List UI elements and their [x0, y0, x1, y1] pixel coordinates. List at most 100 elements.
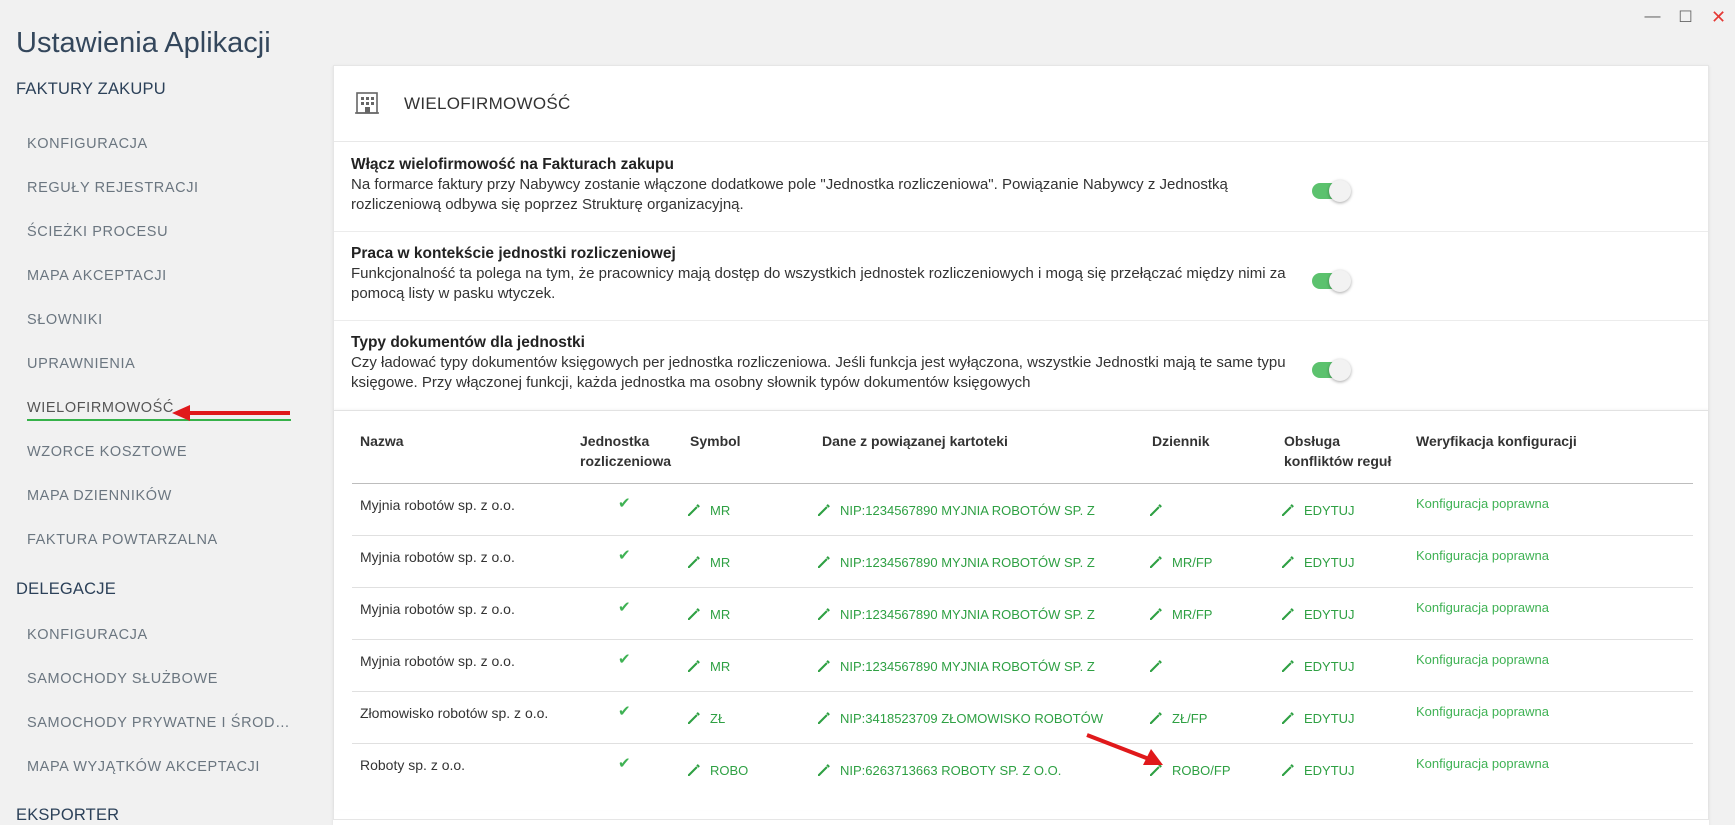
- sidebar-item-mapa-wyjatkow-akceptacji[interactable]: MAPA WYJĄTKÓW AKCEPTACJI: [27, 759, 260, 775]
- pencil-icon: [1282, 660, 1294, 672]
- journal-edit[interactable]: MR/FP: [1148, 554, 1212, 570]
- table-row[interactable]: Myjnia robotów sp. z o.o. ✔ MR NIP:12345…: [352, 640, 1693, 692]
- symbol-edit[interactable]: MR: [686, 554, 730, 570]
- setting-row: Praca w kontekście jednostki rozliczenio…: [334, 232, 1708, 321]
- cell-nazwa: Myjnia robotów sp. z o.o.: [360, 653, 515, 669]
- sidebar-item-samochody-prywatne[interactable]: SAMOCHODY PRYWATNE I ŚROD…: [27, 715, 290, 731]
- setting-row: Typy dokumentów dla jednostki Czy ładowa…: [334, 321, 1708, 410]
- pencil-icon: [688, 504, 700, 516]
- pencil-icon: [818, 712, 830, 724]
- symbol-value: MR: [710, 554, 731, 570]
- pencil-icon: [688, 556, 700, 568]
- conflict-edit-button[interactable]: EDYTUJ: [1280, 606, 1355, 622]
- pencil-icon: [1150, 556, 1162, 568]
- journal-edit[interactable]: [1148, 658, 1172, 674]
- journal-value: ROBO/FP: [1172, 762, 1231, 778]
- pencil-icon: [1282, 504, 1294, 516]
- col-header-jednostka-line2: rozliczeniowa: [580, 453, 672, 469]
- table-row[interactable]: Złomowisko robotów sp. z o.o. ✔ ZŁ NIP:3…: [352, 692, 1693, 744]
- sidebar-item-wzorce-kosztowe[interactable]: WZORCE KOSZTOWE: [27, 444, 187, 460]
- table-row[interactable]: Myjnia robotów sp. z o.o. ✔ MR NIP:12345…: [352, 588, 1693, 640]
- linked-record-edit[interactable]: NIP:1234567890 MYJNIA ROBOTÓW SP. Z: [816, 658, 1095, 674]
- conflict-edit-label: EDYTUJ: [1304, 554, 1355, 570]
- verification-status-link[interactable]: Konfiguracja poprawna: [1416, 496, 1549, 511]
- col-header-jednostka[interactable]: Jednostka rozliczeniowa: [580, 431, 671, 471]
- linked-record-edit[interactable]: NIP:3418523709 ZŁOMOWISKO ROBOTÓW: [816, 710, 1103, 726]
- toggle-wielofirmowosc[interactable]: [1312, 180, 1351, 202]
- linked-record-edit[interactable]: NIP:1234567890 MYJNIA ROBOTÓW SP. Z: [816, 554, 1095, 570]
- pencil-icon: [688, 608, 700, 620]
- col-header-dane[interactable]: Dane z powiązanej kartoteki: [822, 431, 1008, 451]
- col-header-weryfikacja[interactable]: Weryfikacja konfiguracji: [1416, 431, 1577, 451]
- conflict-edit-label: EDYTUJ: [1304, 606, 1355, 622]
- sidebar-item-sciezki-procesu[interactable]: ŚCIEŻKI PROCESU: [27, 224, 168, 240]
- journal-edit[interactable]: MR/FP: [1148, 606, 1212, 622]
- verification-status-link[interactable]: Konfiguracja poprawna: [1416, 548, 1549, 563]
- pencil-icon: [1150, 608, 1162, 620]
- symbol-edit[interactable]: ROBO: [686, 762, 748, 778]
- col-header-dziennik[interactable]: Dziennik: [1152, 431, 1210, 451]
- sidebar-item-samochody-sluzbowe[interactable]: SAMOCHODY SŁUŻBOWE: [27, 671, 218, 687]
- verification-status-link[interactable]: Konfiguracja poprawna: [1416, 704, 1549, 719]
- conflict-edit-button[interactable]: EDYTUJ: [1280, 554, 1355, 570]
- sidebar-item-slowniki[interactable]: SŁOWNIKI: [27, 312, 103, 328]
- linked-record-edit[interactable]: NIP:6263713663 ROBOTY SP. Z O.O.: [816, 762, 1061, 778]
- col-header-jednostka-line1: Jednostka: [580, 433, 650, 449]
- symbol-edit[interactable]: ZŁ: [686, 710, 725, 726]
- sidebar-section-faktury-zakupu[interactable]: FAKTURY ZAKUPU: [16, 80, 166, 99]
- symbol-value: MR: [710, 606, 731, 622]
- pencil-icon: [688, 764, 700, 776]
- journal-value: MR/FP: [1172, 606, 1213, 622]
- sidebar-item-delegacje-konfiguracja[interactable]: KONFIGURACJA: [27, 627, 148, 643]
- close-button[interactable]: ✕: [1702, 6, 1735, 28]
- sidebar-item-reguly-rejestracji[interactable]: REGUŁY REJESTRACJI: [27, 180, 199, 196]
- setting-description: Funkcjonalność ta polega na tym, że prac…: [351, 265, 1286, 302]
- setting-title: Włącz wielofirmowość na Fakturach zakupu: [351, 156, 674, 173]
- sidebar-item-mapa-dziennikow[interactable]: MAPA DZIENNIKÓW: [27, 488, 172, 504]
- linked-record-value: NIP:1234567890 MYJNIA ROBOTÓW SP. Z: [840, 554, 1095, 570]
- setting-title: Praca w kontekście jednostki rozliczenio…: [351, 245, 676, 262]
- conflict-edit-button[interactable]: EDYTUJ: [1280, 710, 1355, 726]
- sidebar-item-mapa-akceptacji[interactable]: MAPA AKCEPTACJI: [27, 268, 167, 284]
- table-row[interactable]: Roboty sp. z o.o. ✔ ROBO NIP:6263713663 …: [352, 744, 1693, 796]
- sidebar-item-konfiguracja[interactable]: KONFIGURACJA: [27, 136, 148, 152]
- journal-edit[interactable]: [1148, 502, 1172, 518]
- cell-nazwa: Myjnia robotów sp. z o.o.: [360, 497, 515, 513]
- symbol-edit[interactable]: MR: [686, 606, 730, 622]
- sidebar-item-wielofirmowosc[interactable]: WIELOFIRMOWOŚĆ: [27, 400, 174, 416]
- col-header-nazwa[interactable]: Nazwa: [360, 431, 404, 451]
- toggle-kontekst-jednostki[interactable]: [1312, 270, 1351, 292]
- toggle-typy-dokumentow[interactable]: [1312, 359, 1351, 381]
- window-controls: — ☐ ✕: [1636, 6, 1735, 28]
- sidebar-item-faktura-powtarzalna[interactable]: FAKTURA POWTARZALNA: [27, 532, 218, 548]
- symbol-edit[interactable]: MR: [686, 502, 730, 518]
- checkmark-icon: ✔: [618, 703, 631, 720]
- journal-edit[interactable]: ZŁ/FP: [1148, 710, 1207, 726]
- pencil-icon: [818, 660, 830, 672]
- verification-status-link[interactable]: Konfiguracja poprawna: [1416, 652, 1549, 667]
- symbol-edit[interactable]: MR: [686, 658, 730, 674]
- cell-nazwa: Roboty sp. z o.o.: [360, 757, 466, 773]
- conflict-edit-button[interactable]: EDYTUJ: [1280, 658, 1355, 674]
- maximize-button[interactable]: ☐: [1669, 6, 1702, 28]
- cell-nazwa: Złomowisko robotów sp. z o.o.: [360, 705, 549, 721]
- col-header-obsluga[interactable]: Obsługa konfliktów reguł: [1284, 431, 1391, 471]
- minimize-button[interactable]: —: [1636, 6, 1669, 28]
- pencil-icon: [818, 556, 830, 568]
- verification-status-link[interactable]: Konfiguracja poprawna: [1416, 600, 1549, 615]
- conflict-edit-button[interactable]: EDYTUJ: [1280, 762, 1355, 778]
- toggle-knob: [1329, 270, 1351, 292]
- linked-record-edit[interactable]: NIP:1234567890 MYJNIA ROBOTÓW SP. Z: [816, 502, 1095, 518]
- linked-record-edit[interactable]: NIP:1234567890 MYJNIA ROBOTÓW SP. Z: [816, 606, 1095, 622]
- sidebar-section-eksporter[interactable]: EKSPORTER: [16, 806, 119, 825]
- checkmark-icon: ✔: [618, 651, 631, 668]
- col-header-symbol[interactable]: Symbol: [690, 431, 741, 451]
- table-row[interactable]: Myjnia robotów sp. z o.o. ✔ MR NIP:12345…: [352, 536, 1693, 588]
- sidebar-item-uprawnienia[interactable]: UPRAWNIENIA: [27, 356, 135, 372]
- verification-status-link[interactable]: Konfiguracja poprawna: [1416, 756, 1549, 771]
- table-row[interactable]: Myjnia robotów sp. z o.o. ✔ MR NIP:12345…: [352, 484, 1693, 536]
- annotation-arrow-right: [1086, 733, 1163, 765]
- sidebar-section-delegacje[interactable]: DELEGACJE: [16, 580, 116, 599]
- pencil-icon: [818, 504, 830, 516]
- conflict-edit-button[interactable]: EDYTUJ: [1280, 502, 1355, 518]
